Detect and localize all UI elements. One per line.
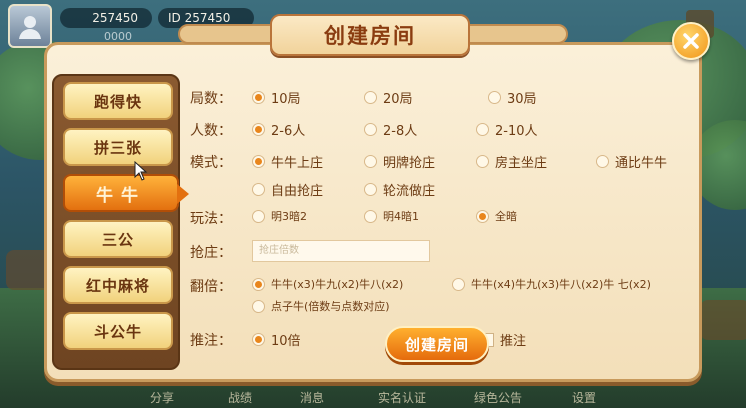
title-wing-right (458, 24, 568, 44)
user-icon (19, 16, 41, 39)
multiplier-label: 翻倍： (190, 279, 232, 295)
nav-messages[interactable]: 消息 (300, 389, 324, 406)
mode-option-open-grab[interactable]: 明牌抢庄 (364, 152, 435, 171)
radio-icon (364, 123, 377, 136)
sidebar-item-niuniu[interactable]: 牛牛 (63, 174, 189, 212)
game-type-sidebar: 跑得快 拼三张 牛牛 三公 红中麻将 斗公牛 (52, 74, 189, 370)
radio-icon (252, 299, 265, 313)
radio-icon (252, 209, 265, 223)
radio-icon (364, 209, 377, 223)
multiplier-option-3[interactable]: 点子牛(倍数与点数对应) (252, 298, 390, 314)
radio-icon (364, 183, 377, 196)
close-button[interactable] (672, 22, 710, 60)
rounds-option-20[interactable]: 20局 (364, 88, 413, 107)
rounds-option-10[interactable]: 10局 (252, 88, 301, 107)
mode-option-tongbi[interactable]: 通比牛牛 (596, 152, 667, 171)
radio-icon (252, 183, 265, 196)
sidebar-item-dougongniu[interactable]: 斗公牛 (63, 312, 173, 350)
mode-label: 模式： (190, 155, 232, 171)
sidebar-item-paodekuai[interactable]: 跑得快 (63, 82, 173, 120)
avatar[interactable] (8, 4, 52, 48)
radio-icon (252, 91, 265, 104)
rounds-option-30[interactable]: 30局 (488, 88, 537, 107)
radio-icon (364, 155, 377, 168)
mode-option-rotate[interactable]: 轮流做庄 (364, 180, 435, 199)
nav-share[interactable]: 分享 (150, 389, 174, 406)
radio-icon (452, 277, 465, 291)
players-option-2-8[interactable]: 2-8人 (364, 120, 417, 139)
nav-notice[interactable]: 绿色公告 (474, 389, 522, 406)
dialog-title-tab: 创建房间 (270, 14, 470, 56)
radio-icon (596, 155, 609, 168)
create-room-button[interactable]: 创建房间 (385, 326, 489, 362)
rounds-label: 局数： (190, 91, 232, 107)
radio-icon (488, 91, 501, 104)
dialog-title: 创建房间 (324, 24, 416, 48)
multiplier-option-2[interactable]: 牛牛(x4)牛九(x3)牛八(x2)牛 七(x2) (452, 276, 651, 292)
mode-option-host-banker[interactable]: 房主坐庄 (476, 152, 547, 171)
nav-records[interactable]: 战绩 (228, 389, 252, 406)
grab-label: 抢庄： (190, 245, 232, 261)
radio-icon (476, 155, 489, 168)
bet-option-10x[interactable]: 10倍 (252, 330, 301, 349)
mode-option-niuniu-banker[interactable]: 牛牛上庄 (252, 152, 323, 171)
radio-icon (252, 155, 265, 168)
radio-icon (364, 91, 377, 104)
play-option-all-hidden[interactable]: 全暗 (476, 208, 517, 224)
radio-icon (476, 123, 489, 136)
sidebar-item-hongzhong-mahjong[interactable]: 红中麻将 (63, 266, 173, 304)
mode-option-free-grab[interactable]: 自由抢庄 (252, 180, 323, 199)
mouse-cursor-icon (134, 161, 148, 181)
play-option-4-1[interactable]: 明4暗1 (364, 208, 419, 224)
nav-verification[interactable]: 实名认证 (378, 389, 426, 406)
radio-icon (252, 277, 265, 291)
sidebar-item-pinsanzhang[interactable]: 拼三张 (63, 128, 173, 166)
sidebar-item-sangong[interactable]: 三公 (63, 220, 173, 258)
radio-icon (476, 209, 489, 223)
players-option-2-6[interactable]: 2-6人 (252, 120, 305, 139)
close-icon (683, 33, 699, 49)
grab-input[interactable]: 抢庄倍数 (252, 240, 430, 262)
bet-label: 推注： (190, 333, 232, 349)
coin-balance: 257450 (60, 8, 152, 28)
bottom-nav: 分享 战绩 消息 实名认证 绿色公告 设置 (0, 384, 746, 408)
players-label: 人数： (190, 123, 232, 139)
play-label: 玩法： (190, 211, 232, 227)
play-option-3-2[interactable]: 明3暗2 (252, 208, 307, 224)
radio-icon (252, 123, 265, 136)
radio-icon (252, 333, 265, 346)
nav-settings[interactable]: 设置 (572, 389, 596, 406)
multiplier-option-1[interactable]: 牛牛(x3)牛九(x2)牛八(x2) (252, 276, 403, 292)
players-option-2-10[interactable]: 2-10人 (476, 120, 538, 139)
